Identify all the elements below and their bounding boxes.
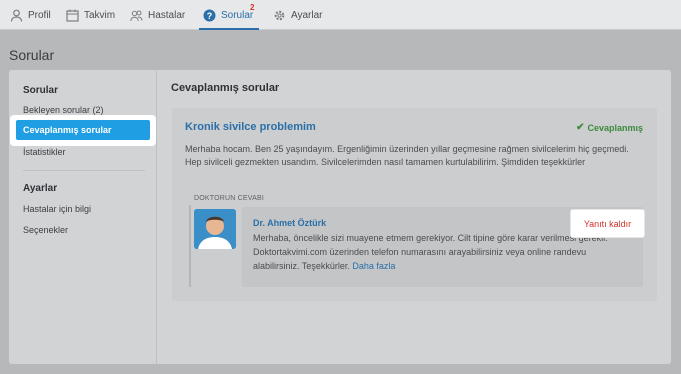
nav-label: Takvim: [84, 9, 116, 21]
question-title[interactable]: Kronik sivilce problemim: [185, 121, 316, 133]
status-badge: ✔ Cevaplanmış: [576, 122, 643, 133]
sidebar-heading-ayarlar: Ayarlar: [23, 183, 58, 194]
user-icon: [10, 9, 23, 22]
nav-item-sorular[interactable]: ? Sorular 2: [198, 0, 260, 30]
nav-item-profil[interactable]: Profil: [10, 0, 51, 30]
nav-label: Hastalar: [148, 9, 186, 21]
nav-label: Sorular: [221, 9, 254, 21]
calendar-icon: [66, 9, 79, 22]
sidebar-heading-sorular: Sorular: [23, 85, 59, 96]
avatar: [194, 209, 236, 249]
status-label: Cevaplanmış: [587, 122, 643, 133]
nav-item-ayarlar[interactable]: Ayarlar: [273, 0, 323, 30]
question-body: Merhaba hocam. Ben 25 yaşındayım. Ergenl…: [185, 144, 629, 167]
gear-icon: [273, 9, 286, 22]
answer-body: Merhaba, öncelikle sizi muayene etmem ge…: [253, 233, 608, 271]
nav-item-takvim[interactable]: Takvim: [66, 0, 115, 30]
quote-bar: [189, 205, 191, 287]
sidebar-item-patient-info[interactable]: Hastalar için bilgi: [23, 204, 91, 214]
doctor-answer-label: DOKTORUN CEVABI: [194, 195, 265, 202]
question-card: Kronik sivilce problemim ✔ Cevaplanmış M…: [172, 108, 657, 301]
users-icon: [130, 9, 143, 22]
nav-label: Ayarlar: [291, 9, 323, 21]
nav-item-hastalar[interactable]: Hastalar: [130, 0, 185, 30]
answer-text: Merhaba, öncelikle sizi muayene etmem ge…: [253, 231, 623, 273]
sidebar-item-pending[interactable]: Bekleyen sorular (2): [23, 105, 104, 115]
page-title: Sorular: [9, 47, 55, 63]
remove-answer-button[interactable]: Yanıtı kaldır: [570, 209, 645, 238]
sidebar-divider: [23, 170, 145, 171]
sidebar-item-options[interactable]: Seçenekler: [23, 225, 68, 235]
section-title: Cevaplanmış sorular: [171, 82, 280, 94]
nav-label: Profil: [28, 9, 51, 21]
doctor-name[interactable]: Dr. Ahmet Öztürk: [253, 218, 326, 228]
read-more-link[interactable]: Daha fazla: [352, 261, 395, 271]
checkmark-icon: ✔: [576, 122, 585, 133]
svg-text:?: ?: [207, 11, 213, 21]
notification-badge: 2: [250, 3, 255, 12]
top-nav: Profil Takvim Hastalar ? Sorular 2 Ayarl…: [0, 0, 681, 30]
sidebar-item-stats[interactable]: İstatistikler: [23, 147, 66, 157]
question-icon: ?: [203, 9, 216, 22]
sidebar-item-answered[interactable]: Cevaplanmış sorular: [16, 120, 150, 140]
